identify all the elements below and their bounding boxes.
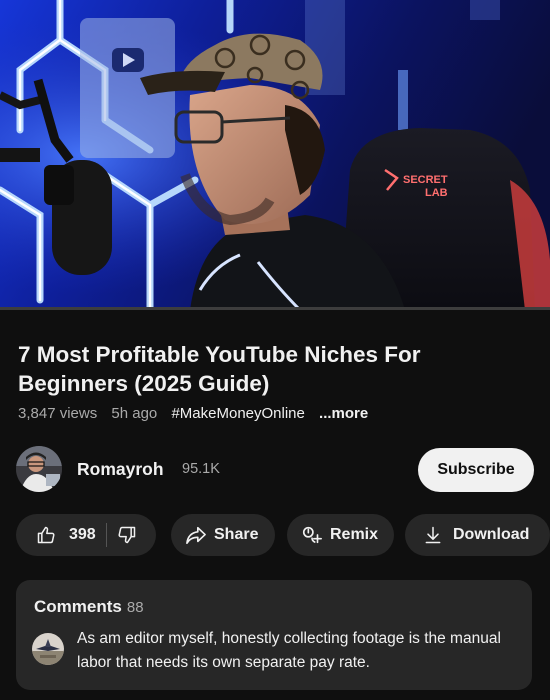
video-player[interactable]: SECRET LAB <box>0 0 550 310</box>
comments-header: Comments 88 <box>34 597 144 617</box>
video-title[interactable]: 7 Most Profitable YouTube Niches For Beg… <box>18 340 518 398</box>
video-meta[interactable]: 3,847 views 5h ago #MakeMoneyOnline ...m… <box>18 405 378 422</box>
more-link[interactable]: ...more <box>319 405 368 422</box>
download-button[interactable]: Download <box>405 514 550 556</box>
remix-label: Remix <box>330 526 379 543</box>
commenter-avatar-image <box>32 633 64 665</box>
commenter-avatar[interactable] <box>32 633 64 665</box>
progress-bar[interactable] <box>0 307 550 310</box>
comments-panel[interactable]: Comments 88 As am editor myself, honestly… <box>16 580 532 690</box>
subscribe-button[interactable]: Subscribe <box>418 448 534 492</box>
remix-button[interactable]: Remix <box>287 514 394 556</box>
channel-name[interactable]: Romayroh <box>77 459 164 480</box>
share-label: Share <box>214 526 259 543</box>
video-frame: SECRET LAB <box>0 0 550 310</box>
like-icon <box>36 525 56 545</box>
download-label: Download <box>453 526 530 543</box>
comments-title: Comments <box>34 597 122 616</box>
dislike-icon <box>117 525 137 545</box>
like-divider <box>105 523 107 547</box>
like-button[interactable]: 398 <box>16 514 96 556</box>
chair-logo-text-2: LAB <box>425 187 448 199</box>
share-icon <box>185 525 207 545</box>
chair-logo-text: SECRET <box>403 174 448 186</box>
top-comment-text: As am editor myself, honestly collecting… <box>77 630 501 671</box>
subscriber-count: 95.1K <box>182 461 220 477</box>
view-count: 3,847 views <box>18 405 98 422</box>
avatar-image <box>16 446 62 492</box>
dislike-button[interactable] <box>117 514 137 556</box>
like-count: 398 <box>69 526 96 543</box>
hashtag-link[interactable]: #MakeMoneyOnline <box>171 405 304 422</box>
remix-icon <box>301 524 323 546</box>
upload-age: 5h ago <box>111 405 158 422</box>
channel-avatar[interactable] <box>16 446 62 492</box>
comments-count: 88 <box>126 599 144 616</box>
like-dislike-group: 398 <box>16 514 156 556</box>
download-icon <box>423 525 443 545</box>
share-button[interactable]: Share <box>171 514 275 556</box>
